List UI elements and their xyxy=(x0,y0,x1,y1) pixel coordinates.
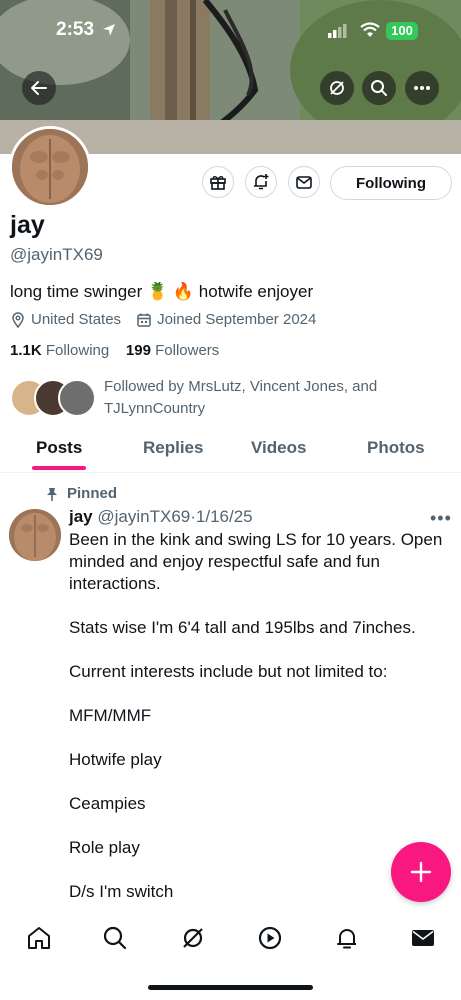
status-time: 2:53 xyxy=(56,19,95,40)
location-pin-icon xyxy=(12,311,24,328)
back-arrow-icon xyxy=(31,81,47,95)
nav-grok[interactable] xyxy=(179,924,207,952)
tab-photos[interactable]: Photos xyxy=(367,438,425,458)
following-stat[interactable]: 1.1K Following xyxy=(10,342,109,359)
nav-search[interactable] xyxy=(101,924,129,952)
search-icon xyxy=(371,80,387,96)
profile-handle: @jayinTX69 xyxy=(10,245,103,264)
following-count: 1.1K xyxy=(10,342,42,359)
post-author-name[interactable]: jay xyxy=(69,507,93,526)
profile-bio: long time swinger 🍍 🔥 hotwife enjoyer xyxy=(10,282,314,301)
followers-count: 199 xyxy=(125,342,151,359)
compose-post-button[interactable] xyxy=(391,842,451,902)
gift-button[interactable] xyxy=(202,166,234,198)
search-button[interactable] xyxy=(362,71,396,105)
video-play-icon xyxy=(258,926,282,950)
post-paragraph: Stats wise I'm 6'4 tall and 195lbs and 7… xyxy=(69,618,416,637)
pinned-indicator: Pinned xyxy=(46,485,117,502)
followers-stat[interactable]: 199 Followers xyxy=(126,342,219,359)
search-icon xyxy=(103,926,127,950)
battery-indicator: 100 xyxy=(386,22,418,40)
following-label: Following xyxy=(45,342,110,359)
more-options-button[interactable] xyxy=(405,71,439,105)
bell-icon xyxy=(337,929,356,949)
profile-meta: United States Joined September 2024 xyxy=(10,311,316,328)
post-header: jay @jayinTX69·1/16/25 xyxy=(69,507,253,527)
notifications-button[interactable] xyxy=(245,166,277,198)
active-tab-indicator xyxy=(32,466,86,470)
profile-location: United States xyxy=(31,311,122,328)
grok-button[interactable] xyxy=(320,71,354,105)
grok-icon xyxy=(183,928,203,948)
tab-replies[interactable]: Replies xyxy=(143,438,203,458)
location-arrow-icon xyxy=(103,24,115,36)
home-indicator xyxy=(148,985,313,990)
more-icon xyxy=(414,86,430,90)
nav-notifications[interactable] xyxy=(333,924,361,952)
post-date[interactable]: 1/16/25 xyxy=(196,507,253,526)
mail-icon xyxy=(412,930,434,946)
notification-bell-add-icon xyxy=(254,174,269,190)
grok-icon xyxy=(330,81,344,95)
pinned-label: Pinned xyxy=(67,485,118,502)
tab-posts[interactable]: Posts xyxy=(36,438,82,458)
calendar-icon xyxy=(137,313,151,327)
post-paragraph: Hotwife play xyxy=(69,750,162,769)
post-paragraph: Role play xyxy=(69,838,140,857)
post-author-avatar[interactable] xyxy=(9,509,61,561)
post-paragraph: Ceampies xyxy=(69,794,146,813)
gift-icon xyxy=(210,176,226,190)
post-paragraph: Current interests include but not limite… xyxy=(69,662,388,681)
profile-avatar[interactable] xyxy=(9,126,91,208)
nav-videos[interactable] xyxy=(256,924,284,952)
followed-by-text[interactable]: Followed by MrsLutz, Vincent Jones, and … xyxy=(104,376,404,420)
wifi-icon xyxy=(360,22,380,37)
avatar xyxy=(58,379,96,417)
post-paragraph: MFM/MMF xyxy=(69,706,152,725)
nav-messages[interactable] xyxy=(409,924,437,952)
following-button[interactable]: Following xyxy=(330,166,452,200)
post-paragraph: Been in the kink and swing LS for 10 yea… xyxy=(69,530,443,593)
tab-videos[interactable]: Videos xyxy=(251,438,306,458)
pin-icon xyxy=(47,487,57,501)
status-bar: 2:53 100 xyxy=(0,0,461,60)
post-more-button[interactable]: ••• xyxy=(430,508,452,529)
followed-by-avatars[interactable] xyxy=(10,379,96,417)
profile-joined: Joined September 2024 xyxy=(157,311,317,328)
cellular-signal-icon xyxy=(328,24,347,38)
message-button[interactable] xyxy=(288,166,320,198)
avatar-image xyxy=(12,129,88,205)
profile-stats: 1.1K Following 199 Followers xyxy=(10,342,219,359)
nav-home[interactable] xyxy=(25,924,53,952)
plus-icon xyxy=(410,861,432,883)
profile-name: jay xyxy=(10,211,45,239)
followers-label: Followers xyxy=(155,342,220,359)
avatar-image xyxy=(9,509,61,561)
home-icon xyxy=(28,927,50,949)
mail-icon xyxy=(296,176,312,189)
post-paragraph: D/s I'm switch xyxy=(69,882,174,901)
back-button[interactable] xyxy=(22,71,56,105)
post-author-handle[interactable]: @jayinTX69 xyxy=(97,507,190,526)
post-body[interactable]: Been in the kink and swing LS for 10 yea… xyxy=(69,529,444,925)
